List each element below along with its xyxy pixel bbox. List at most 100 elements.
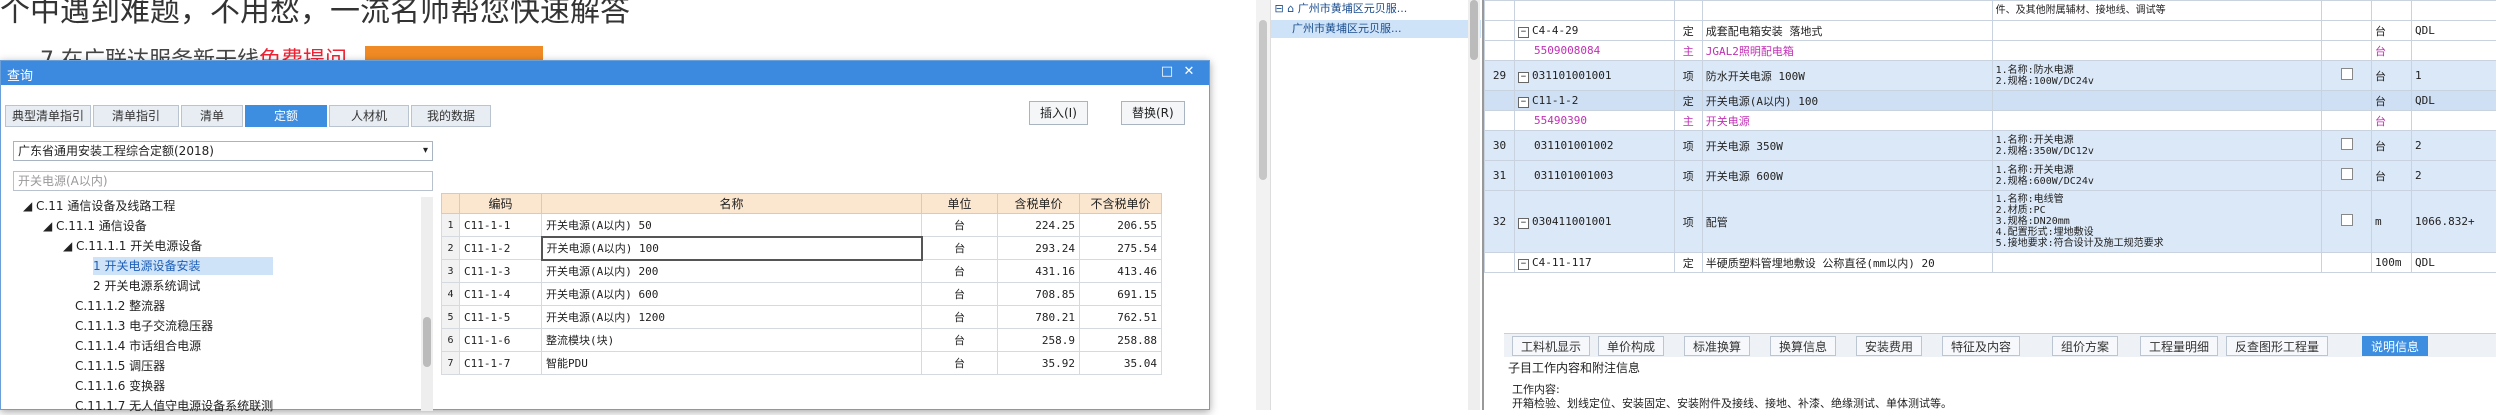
bill-row[interactable]: 件、及其他附属辅材、接地线、调试等 xyxy=(1485,1,2496,21)
item-feature[interactable] xyxy=(1992,253,2322,273)
item-quantity[interactable]: QDL xyxy=(2412,253,2496,273)
tree-node[interactable]: ◢ C.11.1 通信设备 xyxy=(43,217,147,235)
tree-scrollbar[interactable] xyxy=(1468,0,1480,410)
item-check[interactable] xyxy=(2322,111,2372,131)
item-code-cell[interactable]: −C11-1-2 xyxy=(1514,91,1674,111)
tree-node[interactable]: 1 开关电源设备安装 xyxy=(93,257,273,275)
item-feature[interactable]: 1.名称:防水电源 2.规格:100W/DC24v xyxy=(1992,61,2322,91)
quota-row[interactable]: 3C11-1-3开关电源(A以内) 200台431.16413.46 xyxy=(442,260,1162,283)
item-check[interactable] xyxy=(2322,253,2372,273)
item-quantity[interactable]: 1 xyxy=(2412,61,2496,91)
checkbox[interactable] xyxy=(2341,68,2353,80)
item-name[interactable]: 成套配电箱安装 落地式 xyxy=(1702,21,1992,41)
bill-row[interactable]: 30031101001002项开关电源 350W1.名称:开关电源 2.规格:3… xyxy=(1485,131,2496,161)
checkbox[interactable] xyxy=(2341,138,2353,150)
query-tab[interactable]: 清单指引 xyxy=(93,105,179,127)
bill-row[interactable]: 29−031101001001项防水开关电源 100W1.名称:防水电源 2.规… xyxy=(1485,61,2496,91)
detail-tab[interactable]: 安装费用 xyxy=(1856,336,1922,356)
detail-tab[interactable]: 工料机显示 xyxy=(1512,336,1590,356)
item-quantity[interactable]: 1066.832+ xyxy=(2412,191,2496,253)
item-feature[interactable]: 件、及其他附属辅材、接地线、调试等 xyxy=(1992,1,2322,21)
column-header[interactable]: 单位 xyxy=(922,194,998,214)
expand-icon[interactable]: ◢ xyxy=(23,199,36,213)
close-icon[interactable]: ✕ xyxy=(1181,64,1197,80)
quota-row[interactable]: 2C11-1-2开关电源(A以内) 100台293.24275.54 xyxy=(442,237,1162,260)
quota-row[interactable]: 7C11-1-7智能PDU台35.9235.04 xyxy=(442,352,1162,375)
item-name[interactable]: 半硬质塑料管埋地敷设 公称直径(mm以内) 20 xyxy=(1702,253,1992,273)
item-code-cell[interactable]: 031101001002 xyxy=(1514,131,1674,161)
item-code-cell[interactable]: −C4-4-29 xyxy=(1514,21,1674,41)
item-code-cell[interactable]: −030411001001 xyxy=(1514,191,1674,253)
item-check[interactable] xyxy=(2322,131,2372,161)
item-name[interactable]: 开关电源 600W xyxy=(1702,161,1992,191)
column-header[interactable]: 含税单价 xyxy=(998,194,1080,214)
item-name[interactable]: 配管 xyxy=(1702,191,1992,253)
collapse-icon[interactable]: − xyxy=(1518,97,1529,108)
project-tree-item[interactable]: ⊟ ⌂ 广州市黄埔区元贝服... xyxy=(1271,0,1481,18)
item-code-cell[interactable]: 5509008084 xyxy=(1514,41,1674,61)
item-quantity[interactable] xyxy=(2412,41,2496,61)
query-tab[interactable]: 清单 xyxy=(181,105,243,127)
quota-row[interactable]: 6C11-1-6整流模块(块)台258.9258.88 xyxy=(442,329,1162,352)
checkbox[interactable] xyxy=(2341,214,2353,226)
collapse-icon[interactable]: − xyxy=(1518,218,1529,229)
library-select[interactable]: 广东省通用安装工程综合定额(2018)▾ xyxy=(13,141,433,161)
item-name[interactable]: 开关电源(A以内) 100 xyxy=(1702,91,1992,111)
item-code-cell[interactable] xyxy=(1514,1,1674,21)
project-tree-item-selected[interactable]: 广州市黄埔区元贝服... xyxy=(1271,20,1481,38)
item-quantity[interactable]: 2 xyxy=(2412,161,2496,191)
query-tab[interactable]: 人材机 xyxy=(329,105,409,127)
bill-row[interactable]: −C4-4-29定成套配电箱安装 落地式台QDL xyxy=(1485,21,2496,41)
item-check[interactable] xyxy=(2322,41,2372,61)
query-tab[interactable]: 我的数据 xyxy=(411,105,491,127)
insert-button[interactable]: 插入(I) xyxy=(1029,101,1088,125)
item-code-cell[interactable]: 55490390 xyxy=(1514,111,1674,131)
detail-tab[interactable]: 说明信息 xyxy=(2362,336,2428,356)
item-quantity[interactable] xyxy=(2412,111,2496,131)
bill-row[interactable]: 32−030411001001项配管1.名称:电线管 2.材质:PC 3.规格:… xyxy=(1485,191,2496,253)
item-feature[interactable]: 1.名称:开关电源 2.规格:600W/DC24v xyxy=(1992,161,2322,191)
page-scrollbar[interactable] xyxy=(1256,0,1270,410)
item-name[interactable]: 开关电源 xyxy=(1702,111,1992,131)
item-code-cell[interactable]: −031101001001 xyxy=(1514,61,1674,91)
quota-row[interactable]: 5C11-1-5开关电源(A以内) 1200台780.21762.51 xyxy=(442,306,1162,329)
tree-node[interactable]: C.11.1.4 市话组合电源 xyxy=(75,337,201,355)
item-quantity[interactable] xyxy=(2412,1,2496,21)
item-feature[interactable] xyxy=(1992,111,2322,131)
bill-row[interactable]: 31031101001003项开关电源 600W1.名称:开关电源 2.规格:6… xyxy=(1485,161,2496,191)
item-feature[interactable] xyxy=(1992,91,2322,111)
tree-node[interactable]: C.11.1.2 整流器 xyxy=(75,297,165,315)
maximize-icon[interactable]: □ xyxy=(1159,64,1175,80)
tree-node[interactable]: ◢ C.11 通信设备及线路工程 xyxy=(23,197,175,215)
detail-tab[interactable]: 工程量明细 xyxy=(2140,336,2218,356)
item-quantity[interactable]: QDL xyxy=(2412,21,2496,41)
detail-tab[interactable]: 单价构成 xyxy=(1598,336,1664,356)
bill-row[interactable]: −C4-11-117定半硬质塑料管埋地敷设 公称直径(mm以内) 20100mQ… xyxy=(1485,253,2496,273)
collapse-icon[interactable]: − xyxy=(1518,72,1529,83)
tree-scrollbar[interactable] xyxy=(421,197,433,411)
column-header[interactable]: 名称 xyxy=(542,194,922,214)
column-header[interactable]: 编码 xyxy=(460,194,542,214)
item-code-cell[interactable]: 031101001003 xyxy=(1514,161,1674,191)
expand-icon[interactable]: ◢ xyxy=(43,219,56,233)
item-name[interactable]: 防水开关电源 100W xyxy=(1702,61,1992,91)
collapse-icon[interactable]: − xyxy=(1518,27,1529,38)
tree-node[interactable]: ◢ C.11.1.1 开关电源设备 xyxy=(63,237,202,255)
item-feature[interactable]: 1.名称:开关电源 2.规格:350W/DC12v xyxy=(1992,131,2322,161)
item-feature[interactable]: 1.名称:电线管 2.材质:PC 3.规格:DN20mm 4.配置形式:埋地敷设… xyxy=(1992,191,2322,253)
item-name[interactable] xyxy=(1702,1,1992,21)
detail-tab[interactable]: 换算信息 xyxy=(1770,336,1836,356)
item-name[interactable]: 开关电源 350W xyxy=(1702,131,1992,161)
item-check[interactable] xyxy=(2322,91,2372,111)
item-check[interactable] xyxy=(2322,21,2372,41)
bill-row[interactable]: −C11-1-2定开关电源(A以内) 100台QDL xyxy=(1485,91,2496,111)
query-tab[interactable]: 典型清单指引 xyxy=(5,105,91,127)
bill-row[interactable]: 5509008084主JGAL2照明配电箱台 xyxy=(1485,41,2496,61)
checkbox[interactable] xyxy=(2341,168,2353,180)
tree-node[interactable]: C.11.1.3 电子交流稳压器 xyxy=(75,317,213,335)
item-check[interactable] xyxy=(2322,1,2372,21)
quota-row[interactable]: 4C11-1-4开关电源(A以内) 600台708.85691.15 xyxy=(442,283,1162,306)
collapse-icon[interactable]: − xyxy=(1518,259,1529,270)
column-header[interactable]: 不含税单价 xyxy=(1080,194,1162,214)
item-feature[interactable] xyxy=(1992,41,2322,61)
